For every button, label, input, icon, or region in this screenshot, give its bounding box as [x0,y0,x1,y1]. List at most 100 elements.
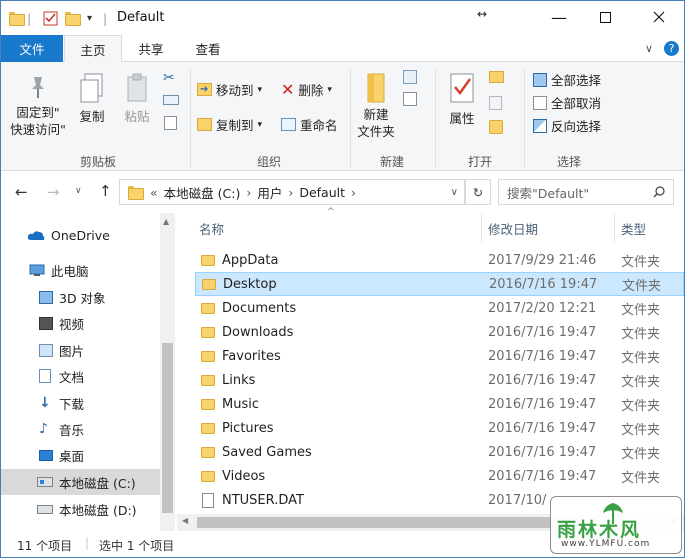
paste-button[interactable]: 粘贴 [119,72,155,125]
select-none-button[interactable]: 全部取消 [533,93,601,112]
nav-c-drive[interactable]: 本地磁盘 (C:) [1,469,161,495]
breadcrumb-separator-icon[interactable]: › [351,185,356,200]
column-header-date[interactable]: 修改日期 [488,213,608,243]
move-to-button[interactable]: ➔ 移动到 ▾ [197,80,262,99]
file-row[interactable]: Links 2016/7/16 19:47 文件夹 [195,368,684,392]
open-group-label: 打开 [467,155,492,169]
file-row[interactable]: Downloads 2016/7/16 19:47 文件夹 [195,320,684,344]
pin-label-line1: 固定到" [16,105,60,120]
folder-icon [201,374,215,386]
ribbon-collapse-icon[interactable]: ∨ [645,42,653,55]
file-name: NTUSER.DAT [222,492,304,508]
file-icon [202,492,214,508]
file-list: ^ 名称 修改日期 类型 AppData 2017/9/29 21:46 文件夹 De… [177,207,684,531]
nav-onedrive[interactable]: OneDrive [1,222,161,248]
ribbon-separator [190,68,191,168]
nav-d-drive[interactable]: 本地磁盘 (D:) [1,496,161,522]
paste-shortcut-icon[interactable] [164,116,177,130]
breadcrumb-users[interactable]: 用户 [257,183,282,202]
address-dropdown-icon[interactable]: ∨ [451,187,458,198]
recent-locations-icon[interactable]: ∨ [75,186,82,196]
file-row[interactable]: Favorites 2016/7/16 19:47 文件夹 [195,344,684,368]
maximize-icon[interactable] [582,1,628,33]
up-icon[interactable]: ↑ [99,182,112,200]
breadcrumb-default[interactable]: Default [299,185,345,200]
nav-desktop[interactable]: 桌面 [1,442,161,468]
breadcrumb-overflow[interactable]: « [150,185,158,200]
history-icon[interactable] [489,120,503,134]
column-divider[interactable] [614,213,615,243]
refresh-icon[interactable]: ↻ [465,179,491,205]
search-input[interactable]: 搜索"Default" [498,179,674,205]
copy-button[interactable]: 复制 [73,72,111,125]
nav-this-pc[interactable]: 此电脑 [1,257,161,283]
quick-access-folder-icon [9,9,25,27]
new-folder-qa-icon[interactable] [65,9,81,27]
copy-to-button[interactable]: 复制到 ▾ [197,115,262,134]
column-header-type[interactable]: 类型 [621,213,681,243]
scroll-left-icon[interactable]: ◀ [182,516,188,525]
horizontal-scroll-thumb[interactable] [197,517,577,528]
file-row[interactable]: Pictures 2016/7/16 19:47 文件夹 [195,416,684,440]
easy-access-icon[interactable] [403,92,417,106]
forward-icon[interactable]: → [47,183,60,201]
tab-share[interactable]: 共享 [125,35,177,62]
customize-qa-icon[interactable]: ▾ [87,9,92,27]
nav-3d-objects[interactable]: 3D 对象 [1,284,161,310]
edit-icon[interactable] [489,96,502,110]
nav-scroll-up-icon[interactable]: ▲ [163,217,169,226]
invert-selection-button[interactable]: 反向选择 [533,116,601,135]
ribbon-separator [524,68,525,168]
file-name: Links [222,372,256,388]
cut-icon[interactable]: ✂ [163,70,175,86]
nav-pictures[interactable]: 图片 [1,337,161,363]
breadcrumb-separator-icon[interactable]: › [288,185,293,200]
help-icon[interactable]: ? [664,41,679,56]
column-name-label: 名称 [199,221,225,237]
close-icon[interactable] [636,1,682,33]
delete-button[interactable]: ✕ 删除 ▾ [281,80,332,99]
file-row[interactable]: Desktop 2016/7/16 19:47 文件夹 [195,272,684,296]
file-date: 2017/10/ [488,492,547,508]
back-icon[interactable]: ← [15,183,28,201]
tab-file[interactable]: 文件 [1,35,63,62]
folder-icon [201,422,215,434]
rename-button[interactable]: 重命名 [281,115,338,134]
file-name: Documents [222,300,297,316]
nav-downloads[interactable]: ↓ 下载 [1,390,161,416]
rename-label: 重命名 [300,118,338,133]
new-folder-button[interactable]: 新建 文件夹 [353,72,399,140]
nav-documents[interactable]: 文档 [1,363,161,389]
tab-view[interactable]: 查看 [181,35,235,62]
file-type: 文件夹 [622,278,662,294]
file-row[interactable]: Saved Games 2016/7/16 19:47 文件夹 [195,440,684,464]
properties-qa-icon[interactable] [43,9,58,27]
nav-scroll-thumb[interactable] [162,343,173,513]
file-row[interactable]: AppData 2017/9/29 21:46 文件夹 [195,248,684,272]
minimize-icon[interactable]: — [536,1,582,33]
pictures-icon [39,343,53,357]
properties-button[interactable]: 属性 [441,70,483,127]
column-divider[interactable] [481,213,482,243]
file-row[interactable]: Music 2016/7/16 19:47 文件夹 [195,392,684,416]
select-all-button[interactable]: 全部选择 [533,70,601,89]
file-row[interactable]: Documents 2017/2/20 12:21 文件夹 [195,296,684,320]
breadcrumb-c-drive[interactable]: 本地磁盘 (C:) [164,183,241,202]
address-bar[interactable]: « 本地磁盘 (C:) › 用户 › Default › ∨ [119,179,465,205]
nav-music[interactable]: ♪ 音乐 [1,416,161,442]
column-header-name[interactable]: 名称 [199,213,479,243]
pin-quick-access-button[interactable]: 固定到" 快速访问" [9,74,67,138]
file-type: 文件夹 [621,302,661,318]
tab-home[interactable]: 主页 [64,35,122,63]
copy-path-icon[interactable] [163,95,179,105]
organize-group-label: 组织 [256,155,281,169]
new-item-icon[interactable] [403,70,417,84]
open-icon[interactable] [489,71,504,83]
breadcrumb-separator-icon[interactable]: › [246,185,251,200]
nav-videos[interactable]: 视频 [1,310,161,336]
resize-icon: ↔ [477,7,488,21]
rename-icon [281,118,296,131]
file-row[interactable]: Videos 2016/7/16 19:47 文件夹 [195,464,684,488]
nav-label: 文档 [59,369,85,385]
column-date-label: 修改日期 [488,221,539,237]
